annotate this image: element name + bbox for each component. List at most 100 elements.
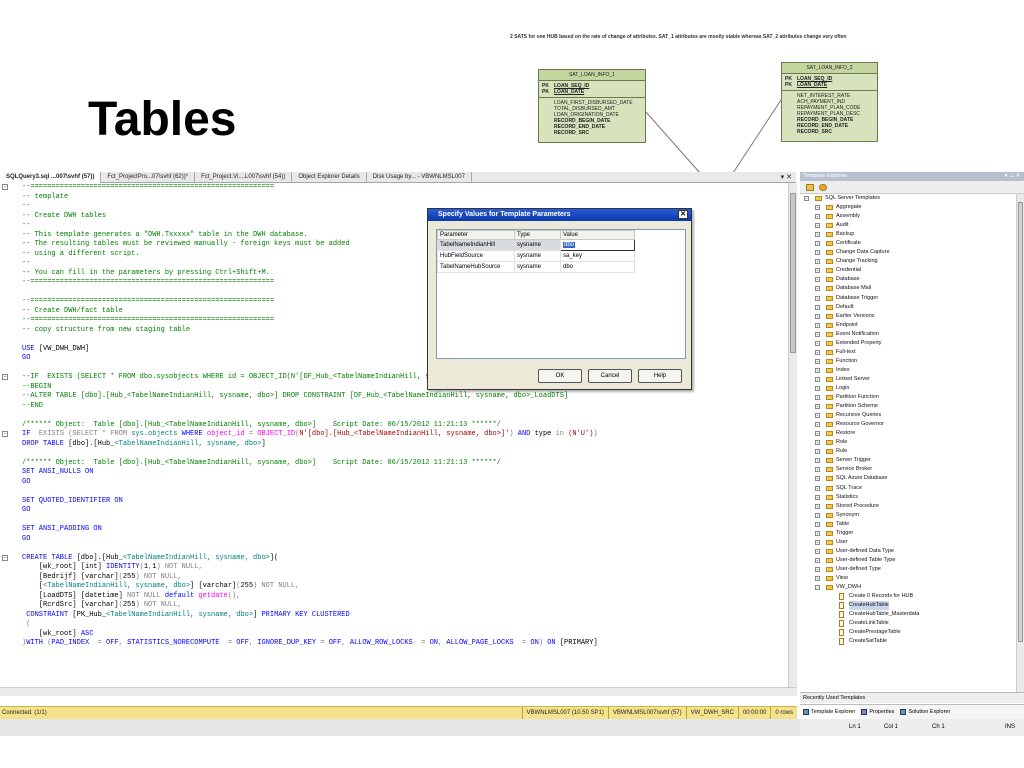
template-folder-item[interactable]: − VW_DWH [800, 583, 1016, 592]
template-folder-item[interactable]: + Extended Property [800, 339, 1016, 348]
collapse-icon[interactable]: − [2, 431, 8, 437]
code-line[interactable] [0, 544, 788, 554]
expand-icon[interactable]: + [815, 277, 820, 283]
code-line[interactable]: GO [0, 535, 788, 545]
expand-icon[interactable]: + [815, 404, 820, 410]
template-folder-item[interactable]: + User-defined Type [800, 565, 1016, 574]
expand-icon[interactable]: + [815, 385, 820, 391]
expand-icon[interactable]: + [815, 422, 820, 428]
table-row[interactable]: TabelNameIndianHill sysname dbo [437, 239, 635, 251]
expand-icon[interactable]: + [815, 467, 820, 473]
template-folder-item[interactable]: + Login [800, 384, 1016, 393]
template-folder-item[interactable]: + Credential [800, 266, 1016, 275]
template-folder-item[interactable]: + Resource Governor [800, 420, 1016, 429]
expand-icon[interactable]: + [815, 539, 820, 545]
code-line[interactable]: /****** Object: Table [dbo].[Hub_<TabelN… [0, 459, 788, 469]
expand-icon[interactable]: + [815, 214, 820, 220]
expand-icon[interactable]: + [815, 521, 820, 527]
template-folder-item[interactable]: + Server Trigger [800, 456, 1016, 465]
template-folder-item[interactable]: + Recursive Queries [800, 411, 1016, 420]
code-line[interactable]: [wk_root] ASC [0, 630, 788, 640]
code-line[interactable]: --ALTER TABLE [dbo].[Hub_<TabelNameIndia… [0, 392, 788, 402]
template-file-item[interactable]: CreateSatTable [800, 637, 1016, 646]
expand-icon[interactable]: + [815, 358, 820, 364]
code-line[interactable]: − CREATE TABLE [dbo].[Hub_<TabelNameIndia… [0, 554, 788, 564]
code-line[interactable]: [wk_root] [int] IDENTITY(1,1) NOT NULL, [0, 563, 788, 573]
template-folder-item[interactable]: + Database Trigger [800, 294, 1016, 303]
template-folder-item[interactable]: + Change Data Capture [800, 248, 1016, 257]
expand-icon[interactable]: + [815, 340, 820, 346]
collapse-icon[interactable]: − [2, 184, 8, 190]
expand-icon[interactable]: + [815, 304, 820, 310]
cancel-button[interactable]: Cancel [588, 369, 632, 383]
expand-icon[interactable]: + [815, 485, 820, 491]
expand-icon[interactable]: + [815, 223, 820, 229]
expand-icon[interactable]: + [815, 575, 820, 581]
code-line[interactable]: --END [0, 402, 788, 412]
expand-icon[interactable]: + [815, 241, 820, 247]
code-line[interactable] [0, 449, 788, 459]
code-line[interactable]: [Bedrijf] [varchar](255) NOT NULL, [0, 573, 788, 583]
code-line[interactable] [0, 487, 788, 497]
expand-icon[interactable]: + [815, 349, 820, 355]
code-line[interactable] [0, 516, 788, 526]
collapse-icon[interactable]: − [815, 585, 820, 591]
expand-icon[interactable]: + [815, 295, 820, 301]
template-folder-item[interactable]: + Role [800, 438, 1016, 447]
collapse-icon[interactable]: − [804, 196, 809, 201]
template-folder-item[interactable]: + Change Tracking [800, 257, 1016, 266]
tab-object-explorer-details[interactable]: Object Explorer Details [292, 171, 367, 183]
template-folder-item[interactable]: + View [800, 574, 1016, 583]
template-file-item[interactable]: CreateLinkTable [800, 619, 1016, 628]
template-folder-item[interactable]: + Rule [800, 447, 1016, 456]
template-folder-item[interactable]: + Table [800, 520, 1016, 529]
analysis-templates-icon[interactable] [819, 184, 827, 191]
code-line[interactable]: SET ANSI_NULLS ON [0, 468, 788, 478]
sql-templates-icon[interactable] [806, 184, 814, 191]
template-folder-item[interactable]: + Database [800, 275, 1016, 284]
code-line[interactable]: [LoadDTS] [datetime] NOT NULL default ge… [0, 592, 788, 602]
expand-icon[interactable]: + [815, 250, 820, 256]
expand-icon[interactable]: + [815, 548, 820, 554]
editor-vertical-scrollbar[interactable] [788, 183, 797, 687]
code-line[interactable]: /****** Object: Table [dbo].[Hub_<TabelN… [0, 421, 788, 431]
code-line[interactable] [0, 411, 788, 421]
tab-properties[interactable]: Properties [858, 705, 897, 720]
recently-used-templates[interactable]: Recently Used Templates [800, 692, 1024, 703]
template-folder-item[interactable]: + Event Notification [800, 330, 1016, 339]
code-line[interactable]: − IF EXISTS (SELECT * FROM sys.objects WH… [0, 430, 788, 440]
code-line[interactable]: DROP TABLE [dbo].[Hub_<TabelNameIndianHi… [0, 440, 788, 450]
expand-icon[interactable]: + [815, 268, 820, 274]
expand-icon[interactable]: + [815, 458, 820, 464]
expand-icon[interactable]: + [815, 331, 820, 337]
code-line[interactable]: ( [0, 620, 788, 630]
scroll-thumb[interactable] [1018, 202, 1023, 642]
tab-solution-explorer[interactable]: Solution Explorer [897, 705, 953, 720]
tabbar-controls[interactable]: ▾ ✕ [781, 172, 792, 183]
template-folder-item[interactable]: + Full-text [800, 348, 1016, 357]
template-folder-item[interactable]: + Earlier Versions [800, 312, 1016, 321]
expand-icon[interactable]: + [815, 232, 820, 238]
template-folder-item[interactable]: + SQL Azure Database [800, 474, 1016, 483]
template-folder-item[interactable]: + Aggregate [800, 203, 1016, 212]
expand-icon[interactable]: + [815, 512, 820, 518]
expand-icon[interactable]: + [815, 367, 820, 373]
template-folder-item[interactable]: + Function [800, 357, 1016, 366]
code-line[interactable]: )WITH (PAD_INDEX = OFF, STATISTICS_NOREC… [0, 639, 788, 649]
param-value-input[interactable]: dbo [560, 261, 635, 273]
template-file-item[interactable]: CreateHubTable [800, 601, 1016, 611]
template-file-item[interactable]: Create 0 Records for HUB [800, 592, 1016, 601]
expand-icon[interactable]: + [815, 286, 820, 292]
pane-controls[interactable]: ▾ ⊥ ✕ [1005, 172, 1020, 181]
expand-icon[interactable]: + [815, 413, 820, 419]
template-folder-item[interactable]: + Partition Scheme [800, 402, 1016, 411]
ok-button[interactable]: OK [538, 369, 582, 383]
template-file-item[interactable]: CreatePrestageTable [800, 628, 1016, 637]
table-row[interactable]: TabelNameHubSource sysname dbo [437, 261, 635, 273]
param-value-input[interactable]: sa_key [560, 250, 635, 262]
expand-icon[interactable]: + [815, 449, 820, 455]
expand-icon[interactable]: + [815, 259, 820, 265]
tab-template-explorer[interactable]: Template Explorer [800, 704, 859, 720]
tab-fct-project-vi[interactable]: Fct_Project.Vi....L007\svhf (54)) [195, 171, 293, 183]
code-line[interactable]: [<TabelNameIndianHill, sysname, dbo>] [v… [0, 582, 788, 592]
